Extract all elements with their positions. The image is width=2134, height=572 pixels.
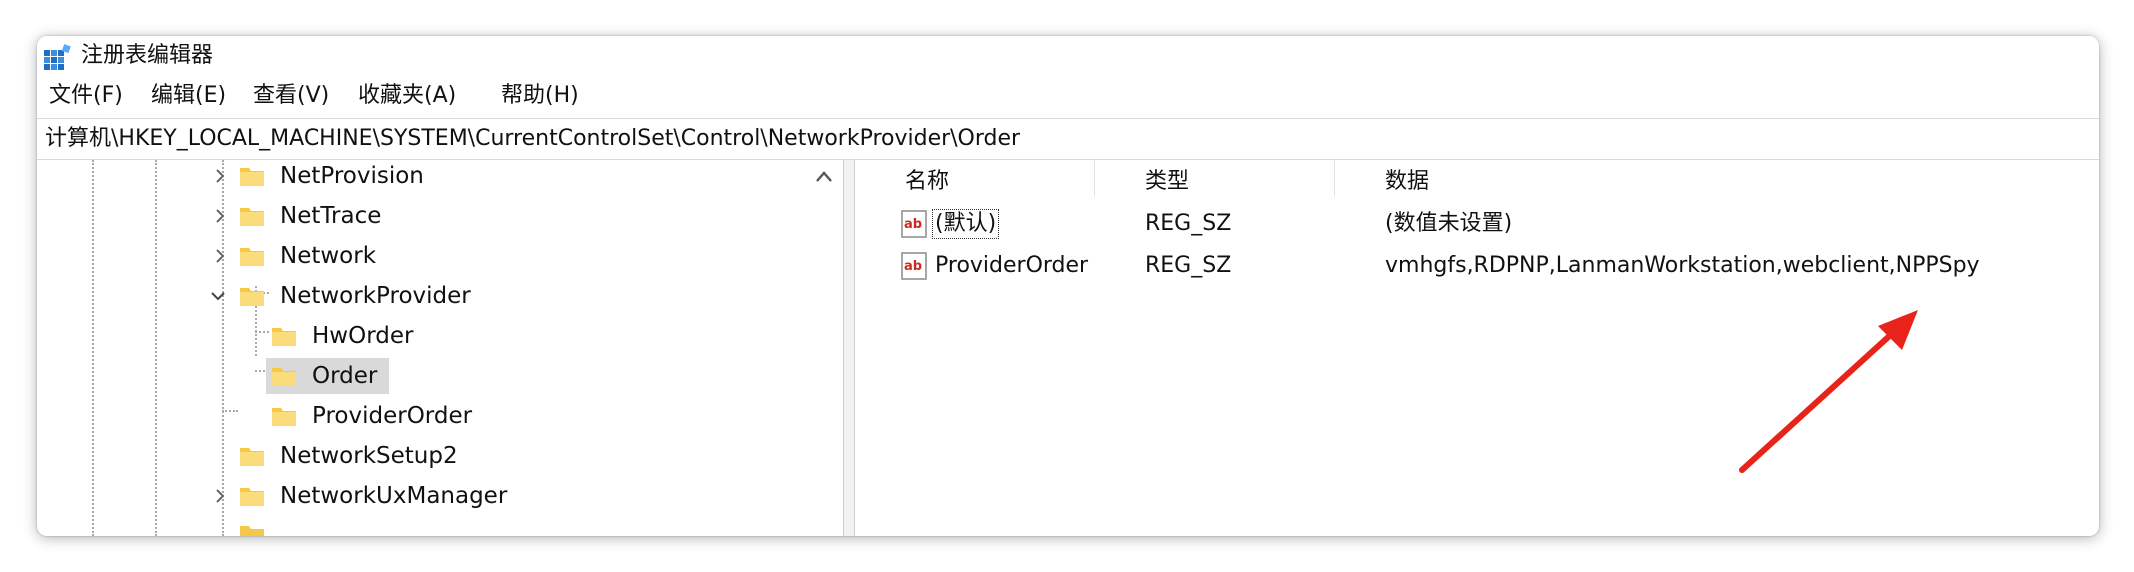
tree-item-label[interactable]: NetProvision	[280, 160, 424, 194]
tree-item-label[interactable]: Network	[280, 238, 376, 274]
value-data: vmhgfs,RDPNP,LanmanWorkstation,webclient…	[1385, 253, 1980, 278]
tree-item-label[interactable]: NetworkUxManager	[280, 478, 507, 514]
tree-item-networkuxmanager[interactable]: NetworkUxManager	[37, 478, 807, 514]
tree-item-label[interactable]: NetworkProvider	[280, 278, 471, 314]
folder-icon	[240, 448, 264, 466]
value-type: REG_SZ	[1145, 253, 1232, 278]
folder-icon	[272, 408, 296, 426]
tree-item-label[interactable]: HwOrder	[312, 318, 413, 354]
chevron-down-icon[interactable]	[210, 288, 226, 304]
menu-favorites[interactable]: 收藏夹(A)	[358, 82, 456, 110]
tree-item-label[interactable]: NetTrace	[280, 198, 381, 234]
chevron-right-icon[interactable]	[212, 208, 228, 224]
string-value-icon: ab	[901, 210, 927, 238]
folder-icon	[272, 328, 296, 346]
chevron-right-icon[interactable]	[212, 168, 228, 184]
value-row-providerorder[interactable]: ab ProviderOrder REG_SZ vmhgfs,RDPNP,Lan…	[853, 246, 2099, 286]
tree-item-network[interactable]: Network	[37, 238, 807, 274]
column-separator[interactable]	[1334, 160, 1335, 196]
menu-help[interactable]: 帮助(H)	[501, 82, 579, 110]
folder-icon	[272, 368, 296, 386]
folder-icon	[240, 168, 264, 186]
string-value-icon: ab	[901, 252, 927, 280]
tree-item-nettrace[interactable]: NetTrace	[37, 198, 807, 234]
tree-item-label[interactable]: Order	[312, 358, 377, 394]
column-separator[interactable]	[1094, 160, 1095, 196]
tree-scrollbar[interactable]	[807, 160, 837, 536]
tree-item-providerorder[interactable]: ProviderOrder	[37, 398, 807, 434]
tree-item-hworder[interactable]: HwOrder	[37, 318, 807, 354]
chevron-up-icon[interactable]	[815, 170, 833, 184]
value-row-default[interactable]: ab (默认) REG_SZ (数值未设置)	[853, 204, 2099, 244]
menu-view[interactable]: 查看(V)	[253, 82, 329, 110]
tree-item-netprovision[interactable]: NetProvision	[37, 160, 807, 194]
tree-item-order[interactable]: Order	[37, 358, 807, 394]
column-header-name[interactable]: 名称	[905, 168, 949, 196]
key-tree-pane: NetProvision NetTrace Network NetworkPro…	[37, 160, 852, 536]
tree-item-networkprovider[interactable]: NetworkProvider	[37, 278, 807, 314]
folder-icon	[240, 248, 264, 266]
chevron-right-icon[interactable]	[212, 248, 228, 264]
folder-icon	[240, 526, 264, 536]
column-header-data[interactable]: 数据	[1385, 168, 1429, 196]
address-path[interactable]: 计算机\HKEY_LOCAL_MACHINE\SYSTEM\CurrentCon…	[45, 125, 1020, 153]
value-data: (数值未设置)	[1385, 211, 1513, 236]
column-header-type[interactable]: 类型	[1145, 168, 1189, 196]
tree-item-label[interactable]: NetworkSetup2	[280, 438, 458, 474]
registry-editor-window: 注册表编辑器 文件(F) 编辑(E) 查看(V) 收藏夹(A) 帮助(H) 计算…	[37, 36, 2099, 536]
title-bar: 注册表编辑器	[37, 36, 2099, 76]
registry-editor-icon	[44, 44, 71, 70]
tree-item-networksetup2[interactable]: NetworkSetup2	[37, 438, 807, 474]
folder-icon	[240, 288, 264, 306]
value-name[interactable]: (默认)	[931, 209, 1000, 239]
menu-file[interactable]: 文件(F)	[49, 82, 123, 110]
address-bar[interactable]: 计算机\HKEY_LOCAL_MACHINE\SYSTEM\CurrentCon…	[37, 118, 2099, 160]
tree-item-label[interactable]: ProviderOrder	[312, 398, 472, 434]
window-title: 注册表编辑器	[81, 43, 214, 68]
svg-text:ab: ab	[904, 259, 922, 274]
value-type: REG_SZ	[1145, 211, 1232, 236]
menu-edit[interactable]: 编辑(E)	[151, 82, 226, 110]
svg-text:ab: ab	[904, 217, 922, 232]
chevron-right-icon[interactable]	[212, 488, 228, 504]
menu-bar: 文件(F) 编辑(E) 查看(V) 收藏夹(A) 帮助(H)	[37, 77, 2099, 113]
folder-icon	[240, 208, 264, 226]
value-name[interactable]: ProviderOrder	[935, 252, 1088, 280]
folder-icon	[240, 488, 264, 506]
